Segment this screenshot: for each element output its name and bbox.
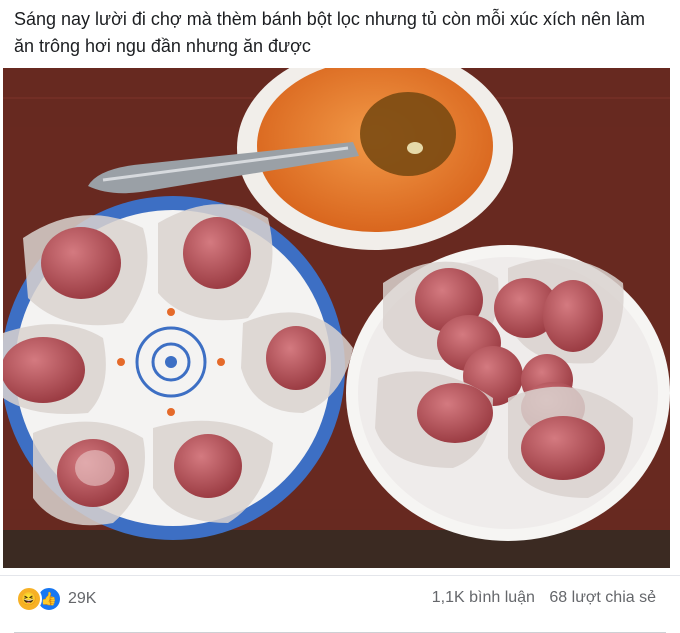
post-text: Sáng nay lười đi chợ mà thèm bánh bột lọ… [14,9,646,56]
post-stats: 1,1K bình luận 68 lượt chia sẻ [422,589,656,607]
post-photo[interactable] [3,68,670,568]
reactions-summary[interactable]: 😆 👍 29K [16,586,96,612]
comments-count[interactable]: 1,1K bình luận [432,589,535,606]
reaction-count[interactable]: 29K [68,590,96,608]
post-footer: 😆 👍 29K 1,1K bình luận 68 lượt chia sẻ [0,575,680,633]
haha-icon: 😆 [16,586,42,612]
shares-count[interactable]: 68 lượt chia sẻ [549,589,656,606]
food-photo-illustration [3,68,670,568]
